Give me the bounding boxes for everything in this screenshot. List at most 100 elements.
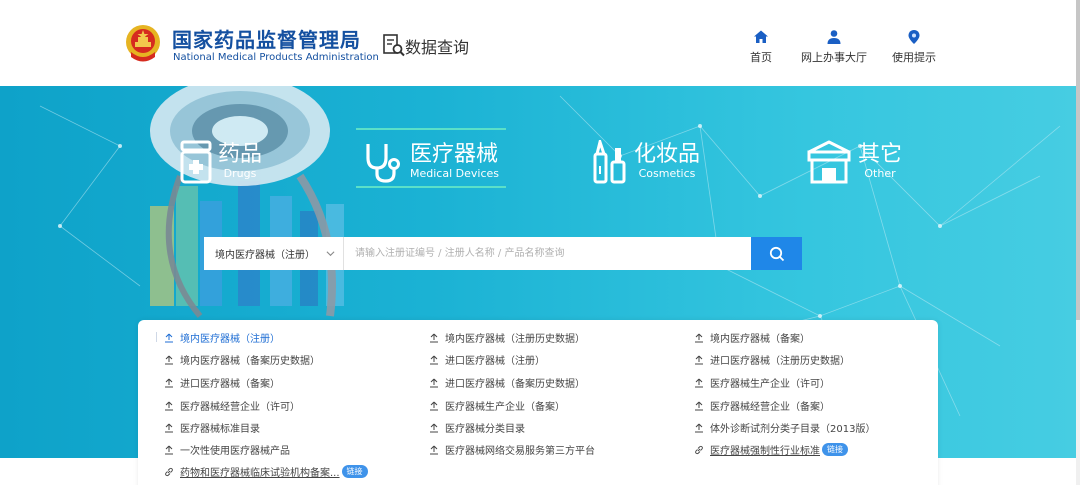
nav-usage-tips-label: 使用提示: [892, 51, 936, 64]
link-mandatory-industry-standards[interactable]: 医疗器械强制性行业标准 链接: [694, 442, 848, 457]
link-label: 医疗器械网络交易服务第三方平台: [445, 446, 595, 457]
search-type-select[interactable]: 境内医疗器械（注册）: [204, 237, 344, 270]
link-label: 医疗器械强制性行业标准: [710, 446, 820, 457]
scrollbar-thumb[interactable]: [1076, 0, 1080, 320]
upload-icon: [695, 401, 703, 410]
link-badge: 链接: [822, 443, 848, 456]
page-scrollbar[interactable]: [1076, 0, 1080, 485]
upload-icon: [165, 378, 173, 387]
active-category-bottom-line: [356, 186, 506, 188]
category-drugs[interactable]: 药品 Drugs: [180, 132, 262, 192]
upload-icon: [430, 423, 438, 432]
cosmetics-icon: [593, 140, 626, 184]
active-link-marker: [156, 332, 157, 342]
category-medical-devices-cn: 医疗器械: [410, 142, 499, 167]
upload-icon: [430, 378, 438, 387]
upload-icon: [430, 333, 438, 342]
nav-online-hall[interactable]: 网上办事大厅: [801, 29, 867, 65]
link-domestic-device-registration[interactable]: 境内医疗器械（注册）: [164, 330, 280, 345]
national-emblem-icon: [126, 25, 160, 62]
link-label: 医疗器械经营企业（许可）: [180, 402, 300, 413]
store-icon: [807, 140, 851, 184]
upload-icon: [165, 401, 173, 410]
nav-online-hall-label: 网上办事大厅: [801, 51, 867, 64]
upload-icon: [165, 333, 173, 342]
nav-home-label: 首页: [750, 51, 772, 64]
link-label: 医疗器械生产企业（许可）: [710, 379, 830, 390]
upload-icon: [165, 423, 173, 432]
site-header: 国家药品监督管理局 National Medical Products Admi…: [0, 0, 1076, 86]
link-ivd-reagent-subcatalog[interactable]: 体外诊断试剂分类子目录（2013版）: [694, 420, 875, 435]
link-domestic-device-registration-history[interactable]: 境内医疗器械（注册历史数据）: [429, 330, 585, 345]
data-query-label: 数据查询: [405, 38, 470, 57]
home-icon: [754, 30, 768, 43]
upload-icon: [430, 355, 438, 364]
link-label: 药物和医疗器械临床试验机构备案...: [180, 468, 340, 479]
drug-box-icon: [180, 140, 212, 184]
category-drugs-en: Drugs: [223, 167, 257, 180]
category-cosmetics-cn: 化妆品: [634, 142, 701, 167]
link-device-classification-catalog[interactable]: 医疗器械分类目录: [429, 420, 525, 435]
upload-icon: [695, 423, 703, 432]
link-clinical-trial-institution-filing[interactable]: 药物和医疗器械临床试验机构备案... 链接: [164, 464, 368, 479]
data-query-icon: [383, 34, 405, 57]
search-button[interactable]: [751, 237, 802, 270]
link-imported-device-registration-history[interactable]: 进口医疗器械（注册历史数据）: [694, 352, 850, 367]
link-label: 医疗器械分类目录: [445, 424, 525, 435]
link-domestic-device-filing[interactable]: 境内医疗器械（备案）: [694, 330, 810, 345]
link-label: 医疗器械生产企业（备案）: [445, 402, 565, 413]
link-label: 境内医疗器械（备案历史数据）: [180, 356, 320, 367]
link-domestic-device-filing-history[interactable]: 境内医疗器械（备案历史数据）: [164, 352, 320, 367]
link-label: 一次性使用医疗器械产品: [180, 446, 290, 457]
link-label: 医疗器械标准目录: [180, 424, 260, 435]
link-device-distributor-filing[interactable]: 医疗器械经营企业（备案）: [694, 398, 830, 413]
link-label: 境内医疗器械（注册历史数据）: [445, 334, 585, 345]
upload-icon: [165, 355, 173, 364]
chain-link-icon: [165, 467, 173, 476]
logo-title-en[interactable]: National Medical Products Administration: [173, 52, 379, 63]
link-label: 体外诊断试剂分类子目录（2013版）: [710, 424, 876, 435]
link-device-manufacturer-filing[interactable]: 医疗器械生产企业（备案）: [429, 398, 565, 413]
chevron-down-icon: [326, 251, 335, 257]
link-disposable-device-products[interactable]: 一次性使用医疗器械产品: [164, 442, 290, 457]
upload-icon: [430, 445, 438, 454]
search-icon: [769, 246, 784, 261]
link-imported-device-filing[interactable]: 进口医疗器械（备案）: [164, 375, 280, 390]
active-category-top-line: [356, 128, 506, 130]
user-icon: [827, 30, 841, 44]
link-device-manufacturer-license[interactable]: 医疗器械生产企业（许可）: [694, 375, 830, 390]
link-label: 进口医疗器械（备案历史数据）: [445, 379, 585, 390]
upload-icon: [695, 355, 703, 364]
upload-icon: [165, 445, 173, 454]
upload-icon: [430, 401, 438, 410]
category-medical-devices-en: Medical Devices: [410, 167, 499, 180]
upload-icon: [695, 378, 703, 387]
link-label: 境内医疗器械（备案）: [710, 334, 810, 345]
chain-link-icon: [695, 445, 703, 454]
link-label: 进口医疗器械（注册历史数据）: [710, 356, 850, 367]
link-online-trading-third-party-platform[interactable]: 医疗器械网络交易服务第三方平台: [429, 442, 595, 457]
link-imported-device-registration[interactable]: 进口医疗器械（注册）: [429, 352, 545, 367]
category-medical-devices[interactable]: 医疗器械 Medical Devices: [362, 132, 499, 192]
category-cosmetics-en: Cosmetics: [638, 167, 696, 180]
category-other-cn: 其它: [858, 142, 903, 167]
nav-usage-tips[interactable]: 使用提示: [892, 29, 936, 65]
link-label: 进口医疗器械（备案）: [180, 379, 280, 390]
link-badge: 链接: [341, 465, 368, 478]
link-imported-device-filing-history[interactable]: 进口医疗器械（备案历史数据）: [429, 375, 585, 390]
nav-home[interactable]: 首页: [750, 29, 772, 65]
link-label: 进口医疗器械（注册）: [445, 356, 545, 367]
logo-title-cn[interactable]: 国家药品监督管理局: [172, 24, 361, 53]
link-device-distributor-license[interactable]: 医疗器械经营企业（许可）: [164, 398, 300, 413]
search-bar: 境内医疗器械（注册）: [204, 237, 802, 270]
link-label: 境内医疗器械（注册）: [180, 334, 280, 345]
upload-icon: [695, 333, 703, 342]
link-device-standards-catalog[interactable]: 医疗器械标准目录: [164, 420, 260, 435]
tip-icon: [908, 30, 920, 44]
category-other-en: Other: [864, 167, 896, 180]
link-label: 医疗器械经营企业（备案）: [710, 402, 830, 413]
category-other[interactable]: 其它 Other: [806, 132, 902, 192]
search-input[interactable]: [344, 237, 751, 270]
category-cosmetics[interactable]: 化妆品 Cosmetics: [592, 132, 700, 192]
category-drugs-cn: 药品: [218, 142, 263, 167]
